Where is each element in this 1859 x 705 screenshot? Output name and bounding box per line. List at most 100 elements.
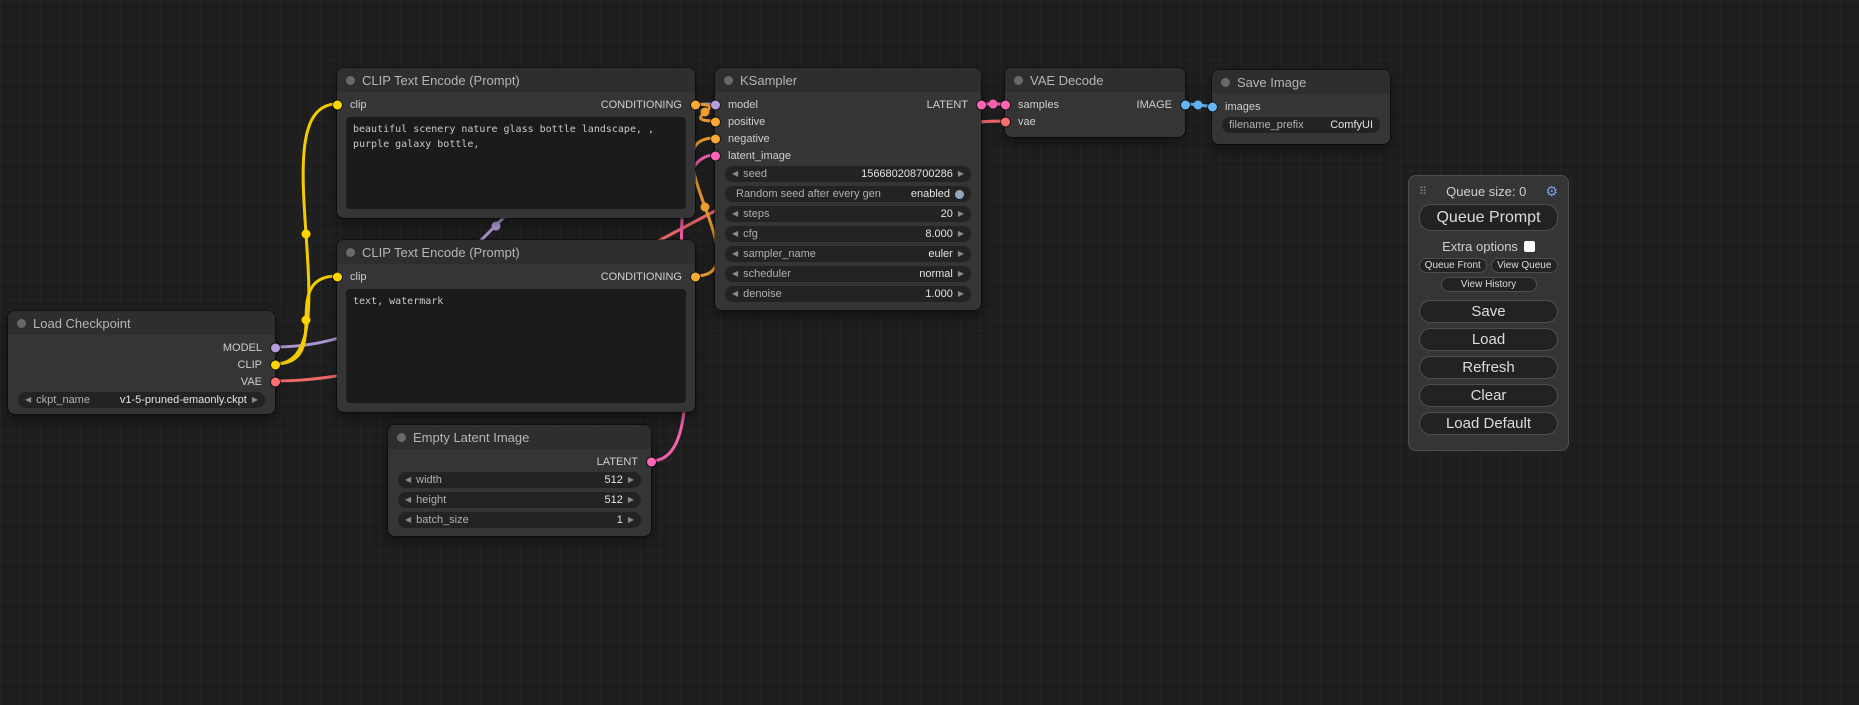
widget-height[interactable]: ◀ height 512 ▶ xyxy=(398,492,641,508)
node-header[interactable]: CLIP Text Encode (Prompt) xyxy=(337,240,695,264)
slot-row: clip CONDITIONING xyxy=(337,96,695,113)
widget-steps[interactable]: ◀ steps 20 ▶ xyxy=(725,206,971,222)
node-header[interactable]: Save Image xyxy=(1212,70,1390,94)
output-port-model[interactable] xyxy=(271,343,280,352)
output-port-vae[interactable] xyxy=(271,377,280,386)
decrement-arrow-icon[interactable]: ◀ xyxy=(405,476,411,484)
widget-value: ComfyUI xyxy=(1330,119,1373,131)
input-port-images[interactable] xyxy=(1208,102,1217,111)
input-port-clip[interactable] xyxy=(333,272,342,281)
extra-options-checkbox[interactable] xyxy=(1524,241,1535,252)
collapse-dot[interactable] xyxy=(1221,78,1230,87)
collapse-dot[interactable] xyxy=(346,248,355,257)
slot-row: clip CONDITIONING xyxy=(337,268,695,285)
settings-gear-icon[interactable]: ⚙ xyxy=(1545,183,1558,200)
slot-row: samples IMAGE xyxy=(1005,96,1185,113)
slot-row: MODEL xyxy=(8,339,275,356)
increment-arrow-icon[interactable]: ▶ xyxy=(252,396,258,404)
increment-arrow-icon[interactable]: ▶ xyxy=(628,516,634,524)
collapse-dot[interactable] xyxy=(724,76,733,85)
node-header[interactable]: KSampler xyxy=(715,68,981,92)
node-title: CLIP Text Encode (Prompt) xyxy=(362,73,520,88)
decrement-arrow-icon[interactable]: ◀ xyxy=(732,170,738,178)
input-port-latent-image[interactable] xyxy=(711,151,720,160)
widget-sampler-name[interactable]: ◀ sampler_name euler ▶ xyxy=(725,246,971,262)
decrement-arrow-icon[interactable]: ◀ xyxy=(732,250,738,258)
input-port-vae[interactable] xyxy=(1001,117,1010,126)
input-port-positive[interactable] xyxy=(711,117,720,126)
node-clip-text-encode-positive[interactable]: CLIP Text Encode (Prompt) clip CONDITION… xyxy=(337,68,695,218)
slot-row: negative xyxy=(715,130,981,147)
input-port-negative[interactable] xyxy=(711,134,720,143)
node-header[interactable]: VAE Decode xyxy=(1005,68,1185,92)
decrement-arrow-icon[interactable]: ◀ xyxy=(732,210,738,218)
output-port-latent[interactable] xyxy=(977,100,986,109)
clear-button[interactable]: Clear xyxy=(1419,384,1558,407)
increment-arrow-icon[interactable]: ▶ xyxy=(958,230,964,238)
queue-front-button[interactable]: Queue Front xyxy=(1419,258,1487,273)
widget-scheduler[interactable]: ◀ scheduler normal ▶ xyxy=(725,266,971,282)
widget-batch-size[interactable]: ◀ batch_size 1 ▶ xyxy=(398,512,641,528)
collapse-dot[interactable] xyxy=(346,76,355,85)
output-port-latent[interactable] xyxy=(647,457,656,466)
decrement-arrow-icon[interactable]: ◀ xyxy=(732,230,738,238)
view-queue-button[interactable]: View Queue xyxy=(1491,258,1559,273)
collapse-dot[interactable] xyxy=(17,319,26,328)
node-empty-latent-image[interactable]: Empty Latent Image LATENT ◀ width 512 ▶ … xyxy=(388,425,651,536)
load-button[interactable]: Load xyxy=(1419,328,1558,351)
widget-cfg[interactable]: ◀ cfg 8.000 ▶ xyxy=(725,226,971,242)
output-port-conditioning[interactable] xyxy=(691,272,700,281)
decrement-arrow-icon[interactable]: ◀ xyxy=(732,290,738,298)
input-port-clip[interactable] xyxy=(333,100,342,109)
node-ksampler[interactable]: KSampler model LATENT positive negative … xyxy=(715,68,981,310)
queue-small-buttons-row: Queue Front View Queue xyxy=(1419,258,1558,273)
widget-seed-control[interactable]: Random seed after every gen enabled xyxy=(725,186,971,202)
widget-seed[interactable]: ◀ seed 156680208700286 ▶ xyxy=(725,166,971,182)
node-header[interactable]: Load Checkpoint xyxy=(8,311,275,335)
widget-label: height xyxy=(416,494,446,506)
link-dot-latent-out xyxy=(989,100,998,109)
node-vae-decode[interactable]: VAE Decode samples IMAGE vae xyxy=(1005,68,1185,137)
node-load-checkpoint[interactable]: Load Checkpoint MODEL CLIP VAE ◀ ckpt_na… xyxy=(8,311,275,414)
widget-filename-prefix[interactable]: filename_prefix ComfyUI xyxy=(1222,117,1380,133)
queue-panel[interactable]: ⠿ Queue size: 0 ⚙ Queue Prompt Extra opt… xyxy=(1408,175,1569,451)
save-button[interactable]: Save xyxy=(1419,300,1558,323)
queue-prompt-button[interactable]: Queue Prompt xyxy=(1419,204,1558,231)
widget-ckpt-name[interactable]: ◀ ckpt_name v1-5-pruned-emaonly.ckpt ▶ xyxy=(18,392,265,408)
increment-arrow-icon[interactable]: ▶ xyxy=(958,210,964,218)
decrement-arrow-icon[interactable]: ◀ xyxy=(405,516,411,524)
decrement-arrow-icon[interactable]: ◀ xyxy=(732,270,738,278)
collapse-dot[interactable] xyxy=(397,433,406,442)
increment-arrow-icon[interactable]: ▶ xyxy=(958,170,964,178)
toggle-knob[interactable] xyxy=(955,190,964,199)
load-default-button[interactable]: Load Default xyxy=(1419,412,1558,435)
decrement-arrow-icon[interactable]: ◀ xyxy=(405,496,411,504)
input-port-model[interactable] xyxy=(711,100,720,109)
widget-width[interactable]: ◀ width 512 ▶ xyxy=(398,472,641,488)
prompt-text-input[interactable]: text, watermark xyxy=(346,289,686,403)
node-save-image[interactable]: Save Image images filename_prefix ComfyU… xyxy=(1212,70,1390,144)
prompt-text-input[interactable]: beautiful scenery nature glass bottle la… xyxy=(346,117,686,209)
output-port-clip[interactable] xyxy=(271,360,280,369)
drag-handle-icon[interactable]: ⠿ xyxy=(1419,185,1427,198)
node-clip-text-encode-negative[interactable]: CLIP Text Encode (Prompt) clip CONDITION… xyxy=(337,240,695,412)
widget-value: 512 xyxy=(604,494,622,506)
increment-arrow-icon[interactable]: ▶ xyxy=(958,250,964,258)
decrement-arrow-icon[interactable]: ◀ xyxy=(25,396,31,404)
input-port-samples[interactable] xyxy=(1001,100,1010,109)
output-port-image[interactable] xyxy=(1181,100,1190,109)
output-port-conditioning[interactable] xyxy=(691,100,700,109)
collapse-dot[interactable] xyxy=(1014,76,1023,85)
increment-arrow-icon[interactable]: ▶ xyxy=(958,270,964,278)
node-header[interactable]: Empty Latent Image xyxy=(388,425,651,449)
comfyui-canvas[interactable]: { "colors": { "model": "#B39DDB", "clip"… xyxy=(0,0,1859,705)
refresh-button[interactable]: Refresh xyxy=(1419,356,1558,379)
increment-arrow-icon[interactable]: ▶ xyxy=(628,496,634,504)
extra-options-row: Extra options xyxy=(1419,238,1558,254)
view-history-button[interactable]: View History xyxy=(1441,277,1537,292)
widget-denoise[interactable]: ◀ denoise 1.000 ▶ xyxy=(725,286,971,302)
node-header[interactable]: CLIP Text Encode (Prompt) xyxy=(337,68,695,92)
increment-arrow-icon[interactable]: ▶ xyxy=(628,476,634,484)
widget-label: sampler_name xyxy=(743,248,816,260)
increment-arrow-icon[interactable]: ▶ xyxy=(958,290,964,298)
